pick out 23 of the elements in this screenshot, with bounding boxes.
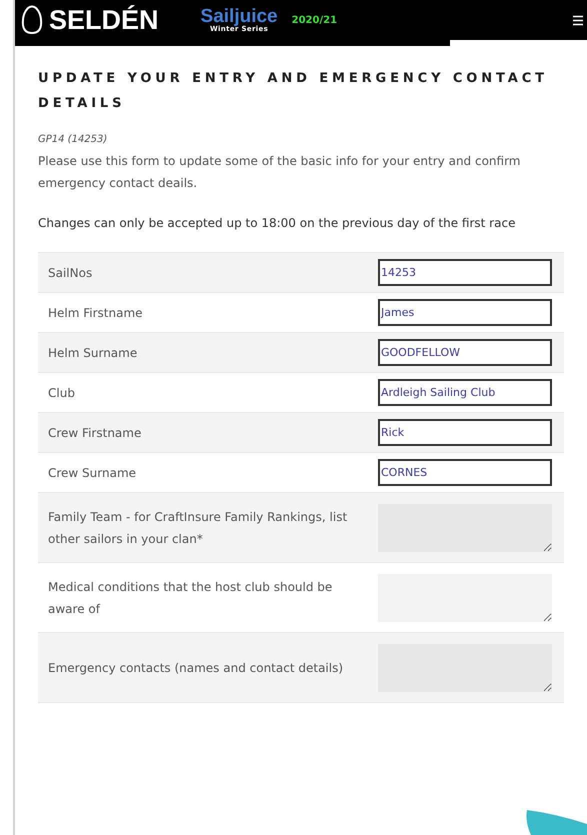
input-field[interactable]: 14253	[378, 259, 552, 286]
input-field[interactable]: CORNES	[378, 459, 552, 486]
egg-logo-icon	[21, 5, 43, 35]
field-label: Crew Surname	[48, 464, 138, 482]
notice-text: Changes can only be accepted up to 18:00 on the previous day of the first race	[38, 215, 516, 232]
field-label: Helm Firstname	[48, 304, 144, 322]
intro-text: Please use this form to update some of the basic info for your entry and confirm emergency contact deails.	[38, 153, 522, 192]
brand-logo-text: SELDÉN	[49, 6, 159, 34]
field-label: SailNos	[48, 264, 94, 282]
field-label: Club	[48, 384, 76, 402]
season-label: 2020/21	[292, 14, 338, 28]
field-label: Crew Firstname	[48, 424, 142, 442]
input-field[interactable]: GOODFELLOW	[378, 339, 552, 366]
input-field[interactable]: Rick	[378, 419, 552, 446]
field-label: Medical conditions that the host club should be aware of	[48, 578, 334, 618]
menu-icon[interactable]	[573, 14, 583, 26]
field-label: Family Team - for CraftInsure Family Rankings, list other sailors in your clan*	[48, 508, 348, 548]
boat-label: GP14 (14253)	[38, 133, 108, 147]
input-field[interactable]: Ardleigh Sailing Club	[378, 379, 552, 406]
series-logo-text: Sailjuice	[200, 7, 278, 26]
field-label: Emergency contacts (names and contact details)	[48, 660, 344, 676]
field-label: Helm Surname	[48, 344, 138, 362]
page-heading: UPDATE YOUR ENTRY AND EMERGENCY CONTACT DETAILS	[38, 70, 549, 113]
